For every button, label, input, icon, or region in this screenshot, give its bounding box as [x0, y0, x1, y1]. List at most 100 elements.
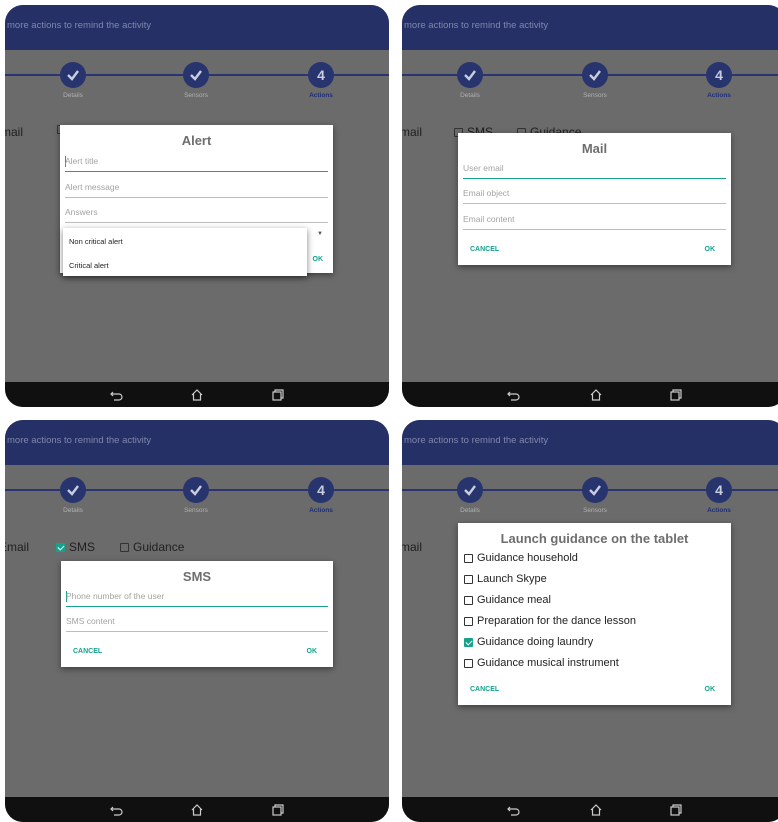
recent-apps-icon[interactable] — [270, 802, 286, 818]
phone-number-field[interactable] — [66, 588, 328, 607]
stepper: Details Sensors 4 Actions — [5, 465, 389, 525]
step-sensors-label: Sensors — [583, 507, 607, 514]
step-sensors-check-icon[interactable] — [183, 477, 209, 503]
sms-content-input[interactable] — [66, 613, 328, 629]
answers-input[interactable] — [65, 204, 328, 220]
app-bar: more actions to remind the activity — [402, 5, 778, 50]
option-email[interactable]: Email — [5, 540, 29, 554]
checkbox-icon — [464, 616, 473, 626]
step-details-check-icon[interactable] — [60, 62, 86, 88]
mail-ok-button[interactable]: OK — [705, 246, 716, 253]
system-nav-bar — [5, 382, 389, 407]
step-sensors-label: Sensors — [184, 92, 208, 99]
answers-field[interactable] — [65, 204, 328, 223]
alert-title-field[interactable] — [65, 153, 328, 172]
back-icon[interactable] — [505, 387, 521, 403]
step-actions-number[interactable]: 4 — [308, 477, 334, 503]
recent-apps-icon[interactable] — [668, 802, 684, 818]
sms-ok-button[interactable]: OK — [307, 648, 318, 655]
home-icon[interactable] — [588, 802, 604, 818]
checkbox-icon — [120, 542, 129, 552]
guidance-cancel-button[interactable]: CANCEL — [470, 686, 499, 693]
option-email-label: mail — [5, 125, 24, 139]
guidance-item-musical[interactable]: Guidance musical instrument — [464, 657, 619, 669]
step-actions-number[interactable]: 4 — [706, 477, 732, 503]
guidance-item-skype[interactable]: Launch Skype — [464, 573, 547, 585]
screen-sms: more actions to remind the activity Deta… — [5, 420, 389, 822]
guidance-item-meal[interactable]: Guidance meal — [464, 594, 551, 606]
screen-guidance: more actions to remind the activity Deta… — [402, 420, 778, 822]
option-email-label: mail — [402, 540, 423, 554]
back-icon[interactable] — [108, 387, 124, 403]
user-email-input[interactable] — [463, 160, 726, 176]
app-bar-title: more actions to remind the activity — [7, 435, 152, 446]
email-content-field[interactable] — [463, 211, 726, 230]
home-icon[interactable] — [189, 387, 205, 403]
sms-content-field[interactable] — [66, 613, 328, 632]
guidance-item-label: Guidance meal — [477, 594, 551, 606]
email-content-input[interactable] — [463, 211, 726, 227]
checkbox-icon — [464, 595, 473, 605]
home-icon[interactable] — [189, 802, 205, 818]
guidance-item-laundry[interactable]: Guidance doing laundry — [464, 636, 593, 648]
option-email[interactable]: mail — [402, 125, 422, 139]
mail-cancel-button[interactable]: CANCEL — [470, 246, 499, 253]
email-object-input[interactable] — [463, 185, 726, 201]
step-details-label: Details — [460, 507, 480, 514]
option-email-label: mail — [402, 125, 423, 139]
step-details-label: Details — [63, 92, 83, 99]
alert-ok-button[interactable]: OK — [313, 256, 324, 263]
menu-item-critical[interactable]: Critical alert — [69, 261, 109, 270]
guidance-dialog: Launch guidance on the tablet Guidance h… — [458, 523, 731, 705]
sms-cancel-button[interactable]: CANCEL — [73, 648, 102, 655]
option-email-label: Email — [5, 540, 30, 554]
guidance-ok-button[interactable]: OK — [705, 686, 716, 693]
menu-item-non-critical[interactable]: Non critical alert — [69, 237, 123, 246]
step-actions-number[interactable]: 4 — [308, 62, 334, 88]
step-details-check-icon[interactable] — [457, 62, 483, 88]
sms-dialog: SMS CANCEL OK — [61, 561, 333, 667]
option-email[interactable]: mail — [402, 540, 422, 554]
option-guidance[interactable]: Guidance — [120, 540, 184, 554]
option-sms[interactable]: SMS — [56, 540, 95, 554]
alert-title-input[interactable] — [65, 153, 328, 169]
app-bar-title: more actions to remind the activity — [7, 20, 152, 31]
option-sms-label: SMS — [69, 540, 96, 554]
dropdown-arrow-icon[interactable]: ▼ — [317, 231, 323, 237]
stepper: Details Sensors 4 Actions — [402, 50, 778, 110]
guidance-dialog-title: Launch guidance on the tablet — [500, 531, 689, 546]
step-actions-label: Actions — [707, 92, 731, 99]
step-actions-label: Actions — [309, 92, 333, 99]
recent-apps-icon[interactable] — [668, 387, 684, 403]
alert-message-input[interactable] — [65, 179, 328, 195]
step-actions-number[interactable]: 4 — [706, 62, 732, 88]
app-bar: more actions to remind the activity — [5, 5, 389, 50]
step-sensors-check-icon[interactable] — [582, 62, 608, 88]
guidance-item-dance[interactable]: Preparation for the dance lesson — [464, 615, 636, 627]
alert-message-field[interactable] — [65, 179, 328, 198]
alert-type-dropdown-menu: Non critical alert Critical alert — [63, 228, 307, 276]
step-details-check-icon[interactable] — [457, 477, 483, 503]
back-icon[interactable] — [505, 802, 521, 818]
sms-dialog-title: SMS — [182, 569, 212, 584]
guidance-item-label: Preparation for the dance lesson — [477, 615, 636, 627]
option-email[interactable]: mail — [5, 125, 23, 139]
step-sensors-check-icon[interactable] — [183, 62, 209, 88]
app-bar-title: more actions to remind the activity — [404, 435, 549, 446]
recent-apps-icon[interactable] — [270, 387, 286, 403]
mail-dialog: Mail CANCEL OK — [458, 133, 731, 265]
checkbox-icon — [464, 658, 473, 668]
step-details-check-icon[interactable] — [60, 477, 86, 503]
user-email-field[interactable] — [463, 160, 726, 179]
step-sensors-check-icon[interactable] — [582, 477, 608, 503]
email-object-field[interactable] — [463, 185, 726, 204]
action-options: Email SMS Guidance — [5, 540, 389, 560]
guidance-item-household[interactable]: Guidance household — [464, 552, 578, 564]
step-details-label: Details — [63, 507, 83, 514]
phone-number-input[interactable] — [66, 588, 328, 604]
guidance-item-label: Guidance doing laundry — [477, 636, 594, 648]
home-icon[interactable] — [588, 387, 604, 403]
checkbox-checked-icon — [464, 637, 473, 647]
back-icon[interactable] — [108, 802, 124, 818]
checkbox-icon — [464, 553, 473, 563]
